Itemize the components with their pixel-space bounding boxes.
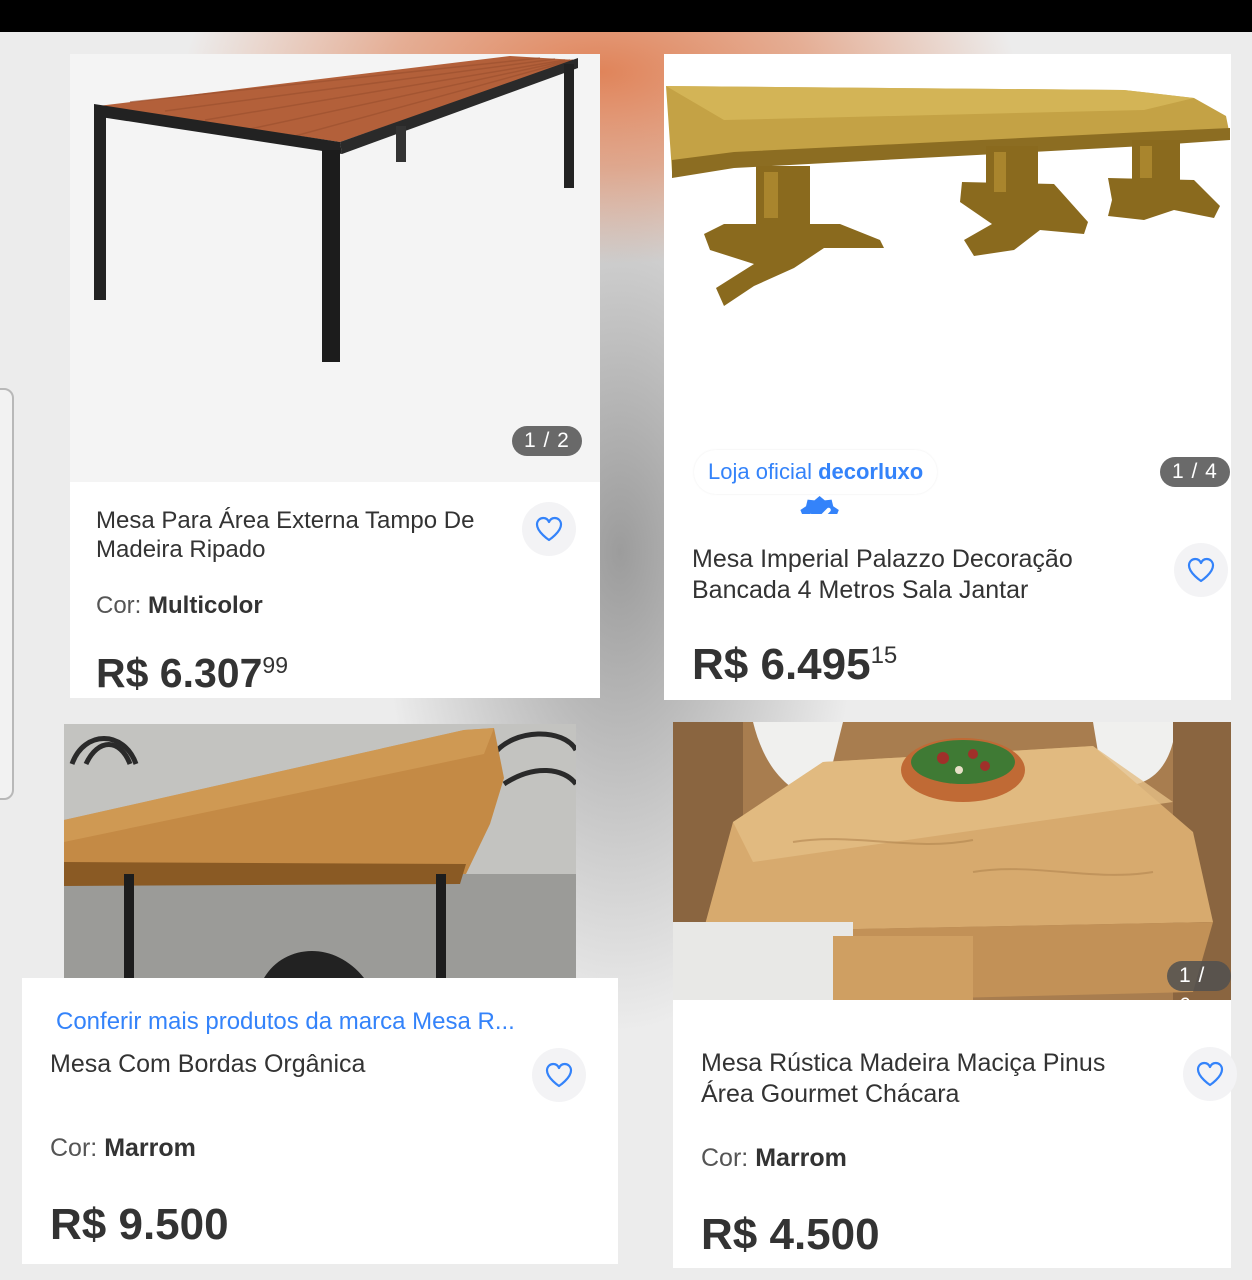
outdoor-table-image <box>94 56 578 362</box>
price: R$ 6.30799 <box>96 650 288 697</box>
price-main: R$ 6.307 <box>96 650 263 696</box>
color-label: Cor: <box>96 592 142 619</box>
card-body: Conferir mais produtos da marca Mesa R..… <box>22 978 618 1264</box>
organic-edge-table-image <box>64 724 576 978</box>
heart-outline-icon <box>535 516 563 542</box>
rustic-table-image <box>673 722 1231 1000</box>
color-value: Marrom <box>104 1134 196 1162</box>
status-bar <box>0 0 1252 32</box>
product-image-1[interactable]: 1 / 2 <box>70 54 600 482</box>
product-card-1[interactable]: 1 / 2 Mesa Para Área Externa Tampo De Ma… <box>70 54 600 698</box>
side-scroll-tab[interactable] <box>0 388 14 800</box>
store-badge-prefix: Loja oficial <box>708 459 812 484</box>
heart-outline-icon <box>545 1062 573 1088</box>
product-image-4[interactable]: 1 / 6 <box>673 722 1231 1000</box>
imperial-table-image <box>666 86 1230 306</box>
product-image-3[interactable] <box>64 724 576 978</box>
official-store-badge[interactable]: Loja oficial decorluxo <box>694 450 938 514</box>
product-card-2[interactable]: Loja oficial decorluxo 1 / 4 Mesa Imperi… <box>664 54 1231 700</box>
price-main: R$ 9.500 <box>50 1200 229 1249</box>
favorite-button[interactable] <box>1174 543 1228 597</box>
product-card-3[interactable]: Conferir mais produtos da marca Mesa R..… <box>22 720 618 1264</box>
product-title[interactable]: Mesa Rústica Madeira Maciça Pinus Área G… <box>701 1048 1161 1110</box>
color-label: Cor: <box>50 1134 98 1162</box>
image-counter: 1 / 6 <box>1167 961 1231 1000</box>
price: R$ 6.49515 <box>692 640 897 690</box>
image-counter: 1 / 2 <box>512 426 582 456</box>
color-attribute: Cor: Marrom <box>50 1134 196 1163</box>
product-card-4[interactable]: 1 / 6 Mesa Rústica Madeira Maciça Pinus … <box>673 722 1237 1268</box>
product-title[interactable]: Mesa Para Área Externa Tampo De Madeira … <box>96 506 496 564</box>
store-badge-name: decorluxo <box>818 459 924 484</box>
color-value: Marrom <box>755 1144 847 1172</box>
verified-badge-icon <box>800 496 839 514</box>
favorite-button[interactable] <box>522 502 576 556</box>
image-counter: 1 / 4 <box>1160 457 1230 487</box>
favorite-button[interactable] <box>1183 1047 1237 1101</box>
price-cents: 15 <box>870 642 898 669</box>
price-main: R$ 6.495 <box>692 640 871 689</box>
price-main: R$ 4.500 <box>701 1210 880 1259</box>
color-value: Multicolor <box>148 592 263 619</box>
price-cents: 99 <box>262 652 288 678</box>
product-title[interactable]: Mesa Imperial Palazzo Decoração Bancada … <box>692 544 1132 606</box>
heart-outline-icon <box>1187 557 1215 583</box>
product-title[interactable]: Mesa Com Bordas Orgânica <box>50 1050 510 1079</box>
favorite-button[interactable] <box>532 1048 586 1102</box>
color-label: Cor: <box>701 1144 749 1172</box>
product-image-2[interactable]: Loja oficial decorluxo 1 / 4 <box>664 54 1231 514</box>
price: R$ 9.500 <box>50 1200 229 1250</box>
heart-outline-icon <box>1196 1061 1224 1087</box>
color-attribute: Cor: Multicolor <box>96 592 263 620</box>
price: R$ 4.500 <box>701 1210 880 1260</box>
brand-products-link[interactable]: Conferir mais produtos da marca Mesa R..… <box>56 1008 515 1036</box>
color-attribute: Cor: Marrom <box>701 1144 847 1173</box>
